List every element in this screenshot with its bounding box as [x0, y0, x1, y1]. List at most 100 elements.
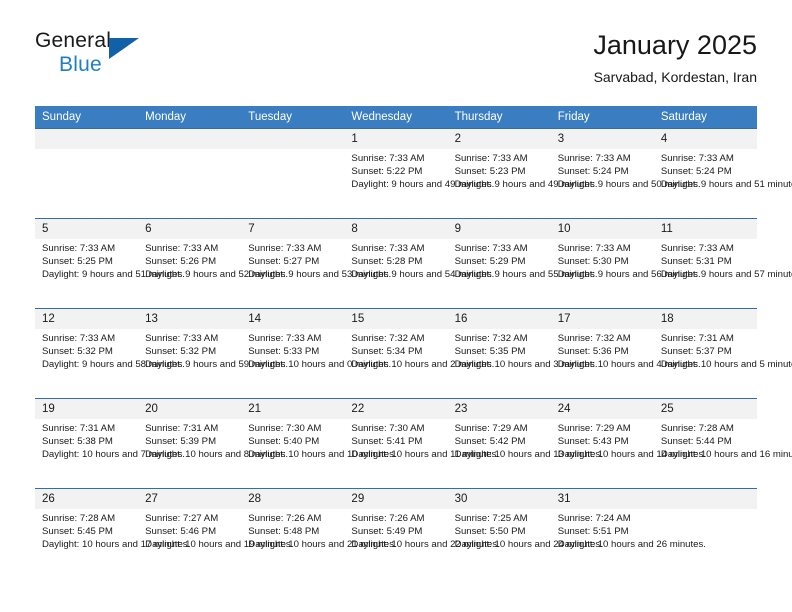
day-number — [653, 489, 757, 509]
daylight-text: Daylight: 10 hours and 5 minutes. — [660, 359, 792, 371]
day-number: 7 — [241, 219, 345, 239]
general-blue-logo[interactable]: General Blue — [35, 28, 155, 84]
sunset-text: Sunset: 5:24 PM — [660, 166, 732, 178]
day-cell-inner: 13 Sunrise: 7:33 AM Sunset: 5:32 PM Dayligh… — [138, 309, 288, 398]
day-details: Sunrise: 7:33 AM Sunset: 5:23 PM Daylight:… — [448, 149, 598, 192]
calendar-day-cell[interactable]: 3 Sunrise: 7:33 AM Sunset: 5:24 PM Daylight… — [550, 128, 701, 219]
calendar-day-cell[interactable]: 9 Sunrise: 7:33 AM Sunset: 5:29 PM Daylight… — [447, 218, 598, 309]
calendar-day-cell[interactable]: 10 Sunrise: 7:33 AM Sunset: 5:30 PM Dayligh… — [550, 218, 701, 309]
daylight-text: Daylight: 10 hours and 19 minutes. — [145, 539, 294, 551]
calendar-day-cell[interactable]: 26 Sunrise: 7:28 AM Sunset: 5:45 PM Dayligh… — [35, 488, 190, 578]
day-number: 23 — [447, 399, 551, 419]
daylight-text: Daylight: 9 hours and 51 minutes. — [42, 269, 185, 281]
day-cell-inner: 11 Sunrise: 7:33 AM Sunset: 5:31 PM Dayligh… — [653, 219, 792, 308]
sunrise-text: Sunrise: 7:33 AM — [557, 153, 631, 164]
weekday-header-monday: Monday — [138, 106, 242, 129]
calendar-day-cell[interactable]: 20 Sunrise: 7:31 AM Sunset: 5:39 PM Dayligh… — [138, 398, 288, 489]
day-details: Sunrise: 7:31 AM Sunset: 5:37 PM Daylight:… — [654, 329, 792, 372]
calendar-day-cell[interactable]: 24 Sunrise: 7:29 AM Sunset: 5:43 PM Dayligh… — [550, 398, 706, 489]
sunset-text: Sunset: 5:34 PM — [351, 346, 423, 358]
day-cell-inner: 24 Sunrise: 7:29 AM Sunset: 5:43 PM Dayligh… — [550, 399, 706, 488]
daylight-text: Daylight: 10 hours and 10 minutes. — [248, 449, 397, 461]
sunrise-text: Sunrise: 7:32 AM — [454, 333, 528, 344]
sunrise-text: Sunrise: 7:24 AM — [557, 513, 631, 524]
sunrise-text: Sunrise: 7:33 AM — [42, 333, 116, 344]
calendar-day-cell[interactable]: 4 Sunrise: 7:33 AM Sunset: 5:24 PM Daylight… — [653, 128, 792, 219]
day-number: 21 — [241, 399, 345, 419]
calendar-day-cell[interactable]: 18 Sunrise: 7:31 AM Sunset: 5:37 PM Dayligh… — [653, 308, 792, 399]
calendar-day-cell[interactable]: 21 Sunrise: 7:30 AM Sunset: 5:40 PM Dayligh… — [241, 398, 397, 489]
day-details: Sunrise: 7:31 AM Sunset: 5:39 PM Daylight:… — [138, 419, 288, 462]
calendar-week-row: 26 Sunrise: 7:28 AM Sunset: 5:45 PM Dayligh… — [35, 488, 757, 578]
day-cell-inner: 23 Sunrise: 7:29 AM Sunset: 5:42 PM Dayligh… — [447, 399, 603, 488]
daylight-text: Daylight: 9 hours and 58 minutes. — [42, 359, 185, 371]
sunrise-text: Sunrise: 7:33 AM — [660, 153, 734, 164]
sunrise-text: Sunrise: 7:33 AM — [660, 243, 734, 254]
day-number: 18 — [653, 309, 757, 329]
sunrise-text: Sunrise: 7:33 AM — [42, 243, 116, 254]
daylight-text: Daylight: 10 hours and 22 minutes. — [351, 539, 500, 551]
day-cell-inner: 19 Sunrise: 7:31 AM Sunset: 5:38 PM Dayligh… — [35, 399, 185, 488]
calendar-day-cell[interactable]: 7 Sunrise: 7:33 AM Sunset: 5:27 PM Daylight… — [241, 218, 392, 309]
day-number: 22 — [344, 399, 448, 419]
calendar-day-cell[interactable]: 8 Sunrise: 7:33 AM Sunset: 5:28 PM Daylight… — [344, 218, 494, 309]
calendar-day-cell[interactable]: 2 Sunrise: 7:33 AM Sunset: 5:23 PM Daylight… — [447, 128, 598, 219]
sunset-text: Sunset: 5:48 PM — [248, 526, 320, 538]
calendar-day-cell[interactable]: 11 Sunrise: 7:33 AM Sunset: 5:31 PM Dayligh… — [653, 218, 792, 309]
daylight-text: Daylight: 10 hours and 26 minutes. — [557, 539, 706, 551]
sunset-text: Sunset: 5:37 PM — [660, 346, 732, 358]
sunset-text: Sunset: 5:26 PM — [145, 256, 217, 268]
calendar-day-cell[interactable]: 27 Sunrise: 7:27 AM Sunset: 5:46 PM Dayligh… — [138, 488, 294, 578]
day-cell-inner: 4 Sunrise: 7:33 AM Sunset: 5:24 PM Daylight… — [653, 129, 792, 218]
calendar-day-cell[interactable]: 28 Sunrise: 7:26 AM Sunset: 5:48 PM Dayligh… — [241, 488, 397, 578]
day-cell-inner: 7 Sunrise: 7:33 AM Sunset: 5:27 PM Daylight… — [241, 219, 392, 308]
day-details: Sunrise: 7:33 AM Sunset: 5:32 PM Daylight:… — [35, 329, 185, 372]
day-details: Sunrise: 7:29 AM Sunset: 5:43 PM Daylight:… — [551, 419, 706, 462]
day-number: 1 — [344, 129, 448, 149]
day-number: 30 — [447, 489, 551, 509]
calendar-day-cell[interactable]: 19 Sunrise: 7:31 AM Sunset: 5:38 PM Dayligh… — [35, 398, 185, 489]
sunrise-text: Sunrise: 7:25 AM — [454, 513, 528, 524]
day-details: Sunrise: 7:33 AM Sunset: 5:26 PM Daylight:… — [138, 239, 288, 282]
daylight-text: Daylight: 9 hours and 53 minutes. — [248, 269, 392, 281]
daylight-text: Daylight: 9 hours and 49 minutes. — [351, 179, 495, 191]
day-cell-inner — [35, 129, 139, 218]
calendar-day-cell[interactable]: 5 Sunrise: 7:33 AM Sunset: 5:25 PM Daylight… — [35, 218, 185, 309]
calendar-day-cell[interactable]: 29 Sunrise: 7:26 AM Sunset: 5:49 PM Dayligh… — [344, 488, 500, 578]
day-cell-inner: 22 Sunrise: 7:30 AM Sunset: 5:41 PM Dayligh… — [344, 399, 499, 488]
sunset-text: Sunset: 5:51 PM — [557, 526, 629, 538]
sunset-text: Sunset: 5:40 PM — [248, 436, 320, 448]
day-cell-inner — [653, 489, 757, 578]
calendar-day-cell[interactable]: 16 Sunrise: 7:32 AM Sunset: 5:35 PM Dayligh… — [447, 308, 598, 399]
calendar-cell-empty — [241, 128, 345, 219]
day-details: Sunrise: 7:28 AM Sunset: 5:44 PM Daylight:… — [654, 419, 792, 462]
sunset-text: Sunset: 5:32 PM — [145, 346, 217, 358]
sunrise-text: Sunrise: 7:31 AM — [145, 423, 219, 434]
sunset-text: Sunset: 5:50 PM — [454, 526, 526, 538]
sunset-text: Sunset: 5:43 PM — [557, 436, 629, 448]
calendar-day-cell[interactable]: 31 Sunrise: 7:24 AM Sunset: 5:51 PM Dayligh… — [550, 488, 706, 578]
calendar-day-cell[interactable]: 22 Sunrise: 7:30 AM Sunset: 5:41 PM Dayligh… — [344, 398, 499, 489]
day-cell-inner: 28 Sunrise: 7:26 AM Sunset: 5:48 PM Dayligh… — [241, 489, 397, 578]
sunset-text: Sunset: 5:33 PM — [248, 346, 320, 358]
calendar-day-cell[interactable]: 1 Sunrise: 7:33 AM Sunset: 5:22 PM Daylight… — [344, 128, 495, 219]
day-cell-inner: 2 Sunrise: 7:33 AM Sunset: 5:23 PM Daylight… — [447, 129, 598, 218]
calendar-day-cell[interactable]: 6 Sunrise: 7:33 AM Sunset: 5:26 PM Daylight… — [138, 218, 288, 309]
calendar-day-cell[interactable]: 12 Sunrise: 7:33 AM Sunset: 5:32 PM Dayligh… — [35, 308, 185, 399]
sunrise-text: Sunrise: 7:33 AM — [145, 333, 219, 344]
day-details: Sunrise: 7:33 AM Sunset: 5:24 PM Daylight:… — [654, 149, 792, 192]
daylight-text: Daylight: 9 hours and 50 minutes. — [557, 179, 701, 191]
calendar-day-cell[interactable]: 14 Sunrise: 7:33 AM Sunset: 5:33 PM Dayligh… — [241, 308, 391, 399]
calendar-day-cell[interactable]: 25 Sunrise: 7:28 AM Sunset: 5:44 PM Dayligh… — [653, 398, 792, 489]
day-details: Sunrise: 7:30 AM Sunset: 5:40 PM Daylight:… — [241, 419, 397, 462]
day-cell-inner: 30 Sunrise: 7:25 AM Sunset: 5:50 PM Dayligh… — [447, 489, 603, 578]
calendar-day-cell[interactable]: 15 Sunrise: 7:32 AM Sunset: 5:34 PM Dayligh… — [344, 308, 494, 399]
calendar-day-cell[interactable]: 23 Sunrise: 7:29 AM Sunset: 5:42 PM Dayligh… — [447, 398, 603, 489]
sunrise-text: Sunrise: 7:31 AM — [660, 333, 734, 344]
calendar-day-cell[interactable]: 17 Sunrise: 7:32 AM Sunset: 5:36 PM Dayligh… — [550, 308, 701, 399]
calendar-day-cell[interactable]: 30 Sunrise: 7:25 AM Sunset: 5:50 PM Dayligh… — [447, 488, 603, 578]
sunset-text: Sunset: 5:22 PM — [351, 166, 423, 178]
sunrise-text: Sunrise: 7:33 AM — [454, 153, 528, 164]
calendar-day-cell[interactable]: 13 Sunrise: 7:33 AM Sunset: 5:32 PM Dayligh… — [138, 308, 288, 399]
sunset-text: Sunset: 5:32 PM — [42, 346, 113, 358]
